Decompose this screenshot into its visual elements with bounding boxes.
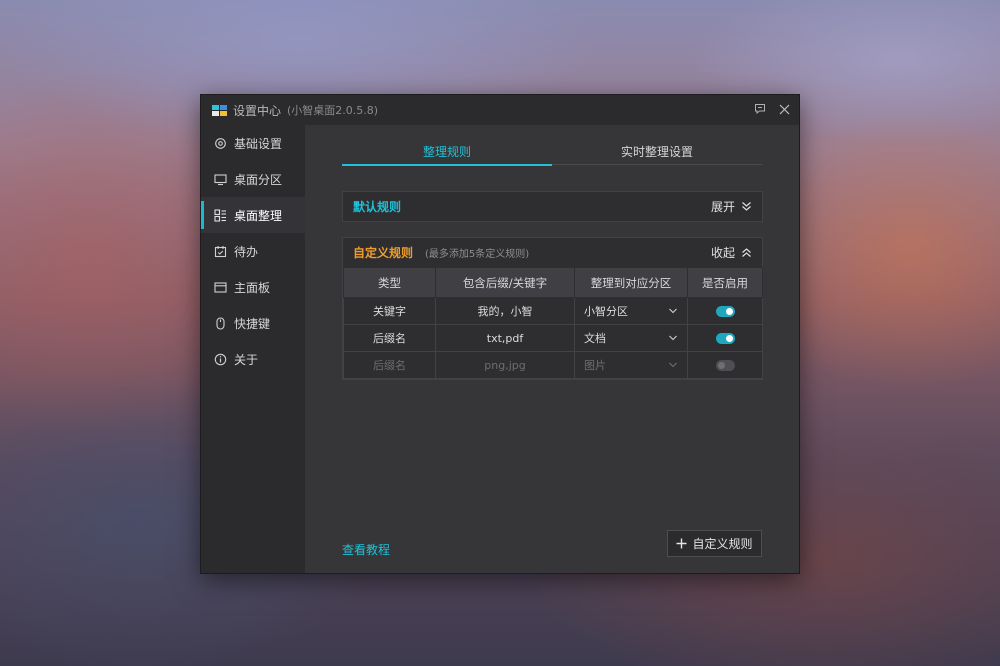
sidebar-item-main-panel[interactable]: 主面板 [201,269,305,305]
add-button-label: 自定义规则 [692,537,753,551]
sidebar-item-label: 桌面整理 [234,208,283,223]
layout-icon [213,208,227,222]
expand-label: 展开 [710,200,735,214]
calendar-check-icon [213,244,227,258]
custom-rules-table: 类型 包含后缀/关键字 整理到对应分区 是否启用 关键字 我的，小智 小智分区 [343,267,763,379]
target-partition-select[interactable]: 文档 [574,324,688,352]
custom-rule-title: 自定义规则 [353,246,414,260]
view-tutorial-link[interactable]: 查看教程 [342,541,390,558]
sidebar-item-desktop-partition[interactable]: 桌面分区 [201,161,305,197]
rule-match[interactable]: png,jpg [435,351,575,379]
sidebar-item-label: 关于 [234,352,259,367]
tab-organize-rules[interactable]: 整理规则 [342,143,552,166]
sidebar-item-label: 主面板 [234,280,271,295]
chevron-down-icon [669,362,677,368]
collapse-button[interactable]: 收起 [711,244,752,261]
enable-toggle[interactable] [715,333,735,344]
app-logo-icon [212,104,227,116]
chevron-down-icon [669,308,677,314]
sidebar-item-todo[interactable]: 待办 [201,233,305,269]
table-row: 关键字 我的，小智 小智分区 [343,297,763,325]
custom-rule-subtitle: (最多添加5条定义规则) [425,249,530,260]
chevron-down-icon [669,335,677,341]
sidebar: 基础设置 桌面分区 桌面整理 待办 主面板 快捷键 关于 [201,125,305,573]
sidebar-item-label: 基础设置 [234,136,283,151]
column-header-target: 整理到对应分区 [574,267,688,298]
title-bar: 设置中心 (小智桌面2.0.5.8) [201,95,799,125]
info-icon [213,352,227,366]
sidebar-item-label: 桌面分区 [234,172,283,187]
feedback-icon[interactable] [753,102,767,116]
tab-realtime-settings[interactable]: 实时整理设置 [552,143,762,164]
sidebar-item-label: 待办 [234,244,259,259]
target-partition-select[interactable]: 小智分区 [574,297,688,325]
expand-button[interactable]: 展开 [711,198,752,215]
sidebar-item-desktop-organize[interactable]: 桌面整理 [201,197,305,233]
gear-icon [213,136,227,150]
monitor-icon [213,172,227,186]
plus-icon [676,538,687,549]
column-header-match: 包含后缀/关键字 [435,267,575,298]
rule-type: 后缀名 [343,324,436,352]
sidebar-item-shortcuts[interactable]: 快捷键 [201,305,305,341]
rule-type: 关键字 [343,297,436,325]
rule-match[interactable]: txt,pdf [435,324,575,352]
default-rule-panel: 默认规则 展开 [342,191,763,222]
table-row: 后缀名 png,jpg 图片 [343,351,763,379]
window-version: (小智桌面2.0.5.8) [287,104,379,117]
custom-rule-panel: 自定义规则 (最多添加5条定义规则) 收起 类型 包含后缀/关键字 整理到对应分… [342,237,763,380]
target-partition-select[interactable]: 图片 [574,351,688,379]
add-custom-rule-button[interactable]: 自定义规则 [667,530,762,557]
enable-toggle[interactable] [715,306,735,317]
table-header-row: 类型 包含后缀/关键字 整理到对应分区 是否启用 [343,267,763,298]
enable-toggle[interactable] [715,360,735,371]
panel-icon [213,280,227,294]
rule-type: 后缀名 [343,351,436,379]
table-row: 后缀名 txt,pdf 文档 [343,324,763,352]
double-chevron-up-icon [742,248,751,257]
rule-match[interactable]: 我的，小智 [435,297,575,325]
sidebar-item-about[interactable]: 关于 [201,341,305,377]
column-header-type: 类型 [343,267,436,298]
target-partition-value: 文档 [584,332,606,345]
window-title: 设置中心 [233,103,282,118]
sidebar-item-label: 快捷键 [234,316,271,331]
settings-window: 设置中心 (小智桌面2.0.5.8) 基础设置 桌面分区 桌面整理 待办 主面板… [200,94,800,574]
double-chevron-down-icon [742,202,751,211]
column-header-enabled: 是否启用 [687,267,763,298]
default-rule-title: 默认规则 [353,200,402,214]
main-content: 整理规则 实时整理设置 默认规则 展开 自定义规则 (最多添加5条定义规则) 收… [305,125,799,573]
target-partition-value: 小智分区 [584,305,628,318]
tab-bar: 整理规则 实时整理设置 [342,143,762,166]
close-icon[interactable] [777,102,791,116]
sidebar-item-basic-settings[interactable]: 基础设置 [201,125,305,161]
collapse-label: 收起 [710,246,735,260]
target-partition-value: 图片 [584,359,606,372]
mouse-icon [213,316,227,330]
